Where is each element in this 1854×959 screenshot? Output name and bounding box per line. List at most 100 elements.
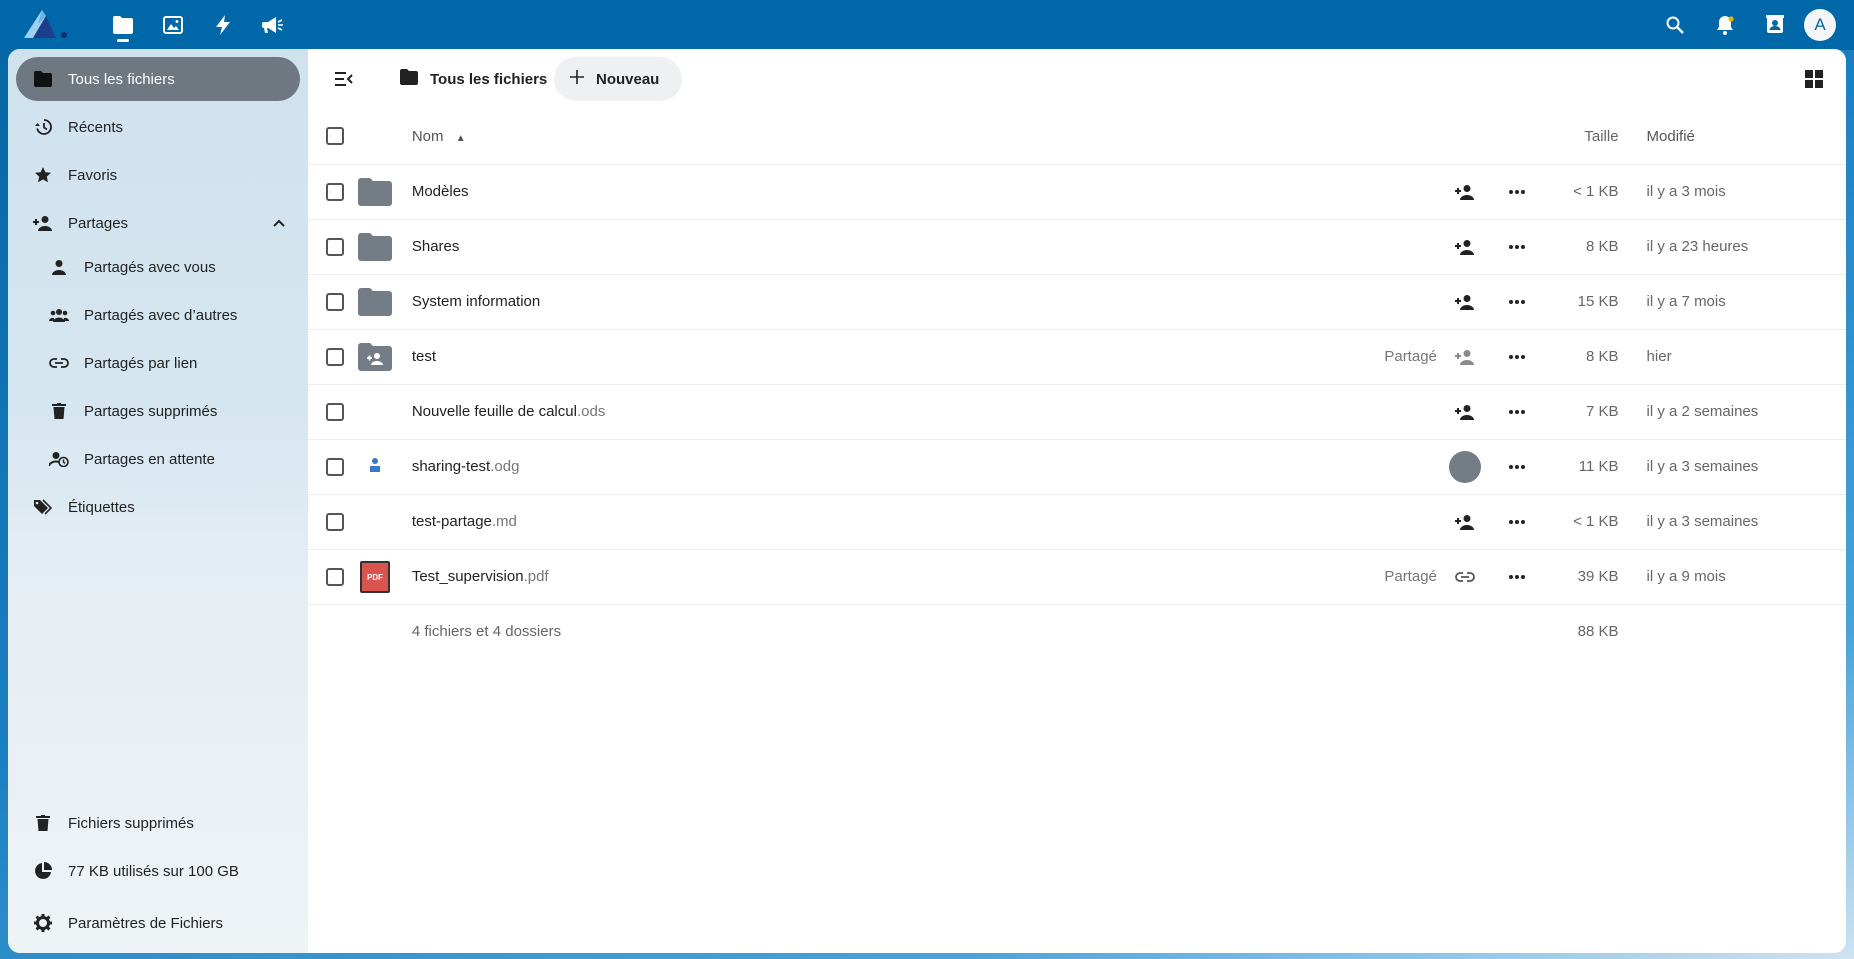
row-checkbox[interactable] [326, 567, 344, 586]
tags-icon [32, 496, 54, 518]
pdf-file-icon: PDF [358, 560, 392, 594]
table-row[interactable]: sharing-test .odg 11 KB il y a 3 semaines [308, 438, 1846, 494]
sidebar-item-label: Partages supprimés [84, 402, 218, 420]
more-actions-icon[interactable] [1499, 174, 1535, 210]
file-modified: il y a 3 semaines [1646, 438, 1846, 494]
sidebar-item-pending-shares[interactable]: Partages en attente [16, 437, 300, 481]
announcements-app-icon[interactable] [248, 0, 298, 50]
sidebar-item-label: Paramètres de Fichiers [68, 914, 224, 932]
sidebar-item-label: Partagés avec d’autres [84, 306, 238, 324]
sidebar-files-settings[interactable]: Paramètres de Fichiers [16, 901, 300, 945]
breadcrumb[interactable]: Tous les fichiers [388, 57, 559, 101]
table-row[interactable]: PDF Test_supervision .pdf Partagé 39 KB il y … [308, 548, 1846, 605]
photos-app-icon[interactable] [148, 0, 198, 50]
file-name[interactable]: System information [412, 293, 1385, 310]
sidebar-item-label: Récents [68, 118, 124, 136]
file-name[interactable]: sharing-test .odg [412, 458, 1385, 475]
shared-label[interactable] [1384, 163, 1447, 219]
user-avatar[interactable]: A [1804, 9, 1836, 41]
shared-label[interactable] [1384, 383, 1447, 439]
file-name[interactable]: Shares [412, 238, 1385, 255]
row-checkbox[interactable] [326, 292, 344, 311]
sidebar-item-all-files[interactable]: Tous les fichiers [16, 57, 300, 101]
file-name[interactable]: test [412, 348, 1385, 365]
more-actions-icon[interactable] [1499, 339, 1535, 375]
notifications-bell-icon[interactable] [1700, 0, 1750, 50]
activity-app-icon[interactable] [198, 0, 248, 50]
chevron-up-icon[interactable] [272, 213, 286, 237]
sidebar-deleted-files[interactable]: Fichiers supprimés [16, 801, 300, 845]
file-icon [358, 395, 392, 429]
file-size: 11 KB [1578, 458, 1619, 475]
table-row[interactable]: test Partagé 8 KB hier [308, 328, 1846, 384]
select-all-checkbox[interactable] [326, 127, 344, 146]
sidebar-item-favorites[interactable]: Favoris [16, 153, 300, 197]
link-icon[interactable] [1447, 559, 1483, 595]
group-icon [48, 304, 70, 326]
sidebar-item-shared-with-you[interactable]: Partagés avec vous [16, 245, 300, 289]
shared-label[interactable]: Partagé [1384, 328, 1447, 384]
shared-label[interactable] [1384, 273, 1447, 329]
sidebar-item-deleted-shares[interactable]: Partages supprimés [16, 389, 300, 433]
sidebar-item-shares[interactable]: Partages [16, 201, 300, 245]
row-checkbox[interactable] [326, 402, 344, 421]
sidebar-item-shared-by-link[interactable]: Partagés par lien [16, 341, 300, 385]
file-name[interactable]: Modèles [412, 183, 1385, 200]
share-icon[interactable] [1447, 394, 1483, 430]
files-app-icon[interactable] [98, 0, 148, 50]
sidebar-item-label: Étiquettes [68, 498, 135, 516]
column-size-header[interactable]: Taille [1497, 109, 1647, 164]
row-checkbox[interactable] [326, 512, 344, 531]
more-actions-icon[interactable] [1499, 229, 1535, 265]
more-actions-icon[interactable] [1499, 394, 1535, 430]
sidebar-item-tags[interactable]: Étiquettes [16, 485, 300, 529]
table-row[interactable]: System information 15 KB il y a 7 mois [308, 273, 1846, 329]
sidebar-item-label: Favoris [68, 166, 118, 184]
share-icon[interactable] [1447, 284, 1483, 320]
file-name[interactable]: Test_supervision .pdf [412, 568, 1385, 585]
file-size: 39 KB [1577, 568, 1619, 585]
share-icon[interactable] [1447, 174, 1483, 210]
column-name-header[interactable]: Nom ▲ [412, 109, 1385, 164]
more-actions-icon[interactable] [1499, 284, 1535, 320]
table-row[interactable]: test-partage .md < 1 KB il y a 3 semaines [308, 493, 1846, 549]
table-row[interactable]: Nouvelle feuille de calcul .ods 7 KB il y a… [308, 383, 1846, 439]
share-icon[interactable] [1447, 339, 1483, 375]
file-modified: il y a 3 mois [1646, 163, 1846, 219]
row-checkbox[interactable] [326, 347, 344, 366]
sidebar-item-shared-with-others[interactable]: Partagés avec d’autres [16, 293, 300, 337]
sidebar: Tous les fichiers Récents Favoris Partag… [8, 49, 308, 953]
shared-label[interactable]: Partagé [1384, 548, 1447, 605]
sidebar-item-recent[interactable]: Récents [16, 105, 300, 149]
row-checkbox[interactable] [326, 457, 344, 476]
new-button-label: Nouveau [596, 70, 660, 88]
column-modified-header[interactable]: Modifié [1647, 109, 1846, 164]
sidebar-item-label: Tous les fichiers [68, 70, 175, 88]
share-icon[interactable] [1447, 504, 1483, 540]
share-icon[interactable] [1447, 229, 1483, 265]
file-modified: il y a 7 mois [1646, 273, 1846, 329]
more-actions-icon[interactable] [1499, 559, 1535, 595]
shared-label[interactable] [1384, 493, 1447, 549]
contacts-icon[interactable] [1750, 0, 1800, 50]
shared-label[interactable] [1384, 438, 1447, 494]
grid-view-icon[interactable] [1792, 57, 1836, 101]
file-name[interactable]: test-partage .md [412, 513, 1385, 530]
drawing-file-icon [358, 450, 392, 484]
nextcloud-logo[interactable] [20, 6, 70, 42]
shared-folder-icon [357, 340, 392, 374]
pie-chart-icon [32, 860, 54, 882]
new-button[interactable]: Nouveau [554, 57, 682, 101]
row-checkbox[interactable] [326, 237, 344, 256]
table-row[interactable]: Modèles < 1 KB il y a 3 mois [308, 163, 1846, 219]
more-actions-icon[interactable] [1499, 449, 1535, 485]
row-checkbox[interactable] [326, 182, 344, 201]
file-name[interactable]: Nouvelle feuille de calcul .ods [412, 403, 1385, 420]
shared-label[interactable] [1384, 218, 1447, 274]
table-row[interactable]: Shares 8 KB il y a 23 heures [308, 218, 1846, 274]
file-size: 7 KB [1586, 403, 1619, 420]
more-actions-icon[interactable] [1499, 504, 1535, 540]
sharee-avatar[interactable] [1447, 449, 1483, 485]
search-icon[interactable] [1650, 0, 1700, 50]
toggle-sidebar-icon[interactable] [322, 57, 366, 101]
